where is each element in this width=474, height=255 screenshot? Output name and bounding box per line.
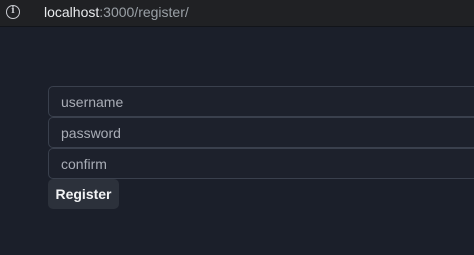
confirm-input[interactable] [48,148,474,179]
register-form: Register [48,86,474,209]
password-input[interactable] [48,117,474,148]
url-text[interactable]: localhost:3000/register/ [44,4,189,21]
info-icon[interactable]: i [6,5,20,19]
register-button[interactable]: Register [48,179,119,209]
address-bar[interactable]: i localhost:3000/register/ [0,0,474,27]
username-input[interactable] [48,86,474,117]
url-host: localhost [44,4,100,20]
register-page: i localhost:3000/register/ Register [0,0,474,255]
url-path: :3000/register/ [99,4,189,20]
